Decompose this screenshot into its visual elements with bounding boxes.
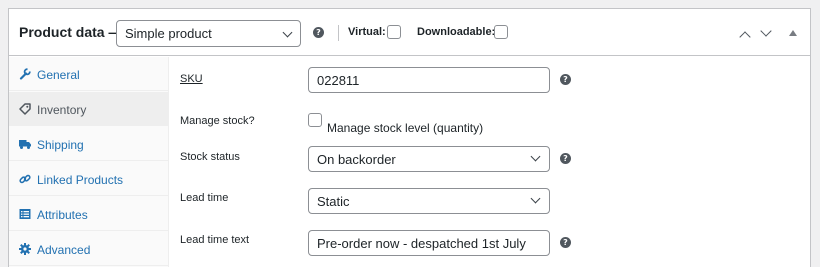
sku-input[interactable]: 022811 [308, 67, 550, 93]
manage-stock-checkbox[interactable] [308, 113, 322, 127]
lead-time-text-value: Pre-order now - despatched 1st July [317, 236, 526, 251]
help-icon[interactable]: ? [560, 237, 571, 248]
tab-label: Shipping [37, 138, 84, 152]
stock-status-value: On backorder [317, 152, 396, 167]
lead-time-text-label: Lead time text [180, 234, 250, 246]
product-data-panel: Product data — Simple product ? Virtual:… [8, 8, 811, 267]
product-data-tabs: General Inventory Shipping Linked Produc… [9, 57, 169, 267]
list-icon [19, 209, 31, 219]
chevron-down-icon [282, 27, 293, 38]
product-type-select[interactable]: Simple product [116, 20, 301, 47]
move-up-icon[interactable] [739, 31, 751, 43]
tab-label: Attributes [37, 208, 88, 222]
tab-label: Inventory [37, 103, 87, 117]
panel-header: Product data — Simple product ? Virtual:… [9, 9, 810, 56]
downloadable-label: Downloadable: [417, 26, 496, 38]
lead-time-value: Static [317, 194, 350, 209]
divider [338, 25, 339, 41]
help-icon[interactable]: ? [560, 153, 571, 164]
lead-time-text-input[interactable]: Pre-order now - despatched 1st July [308, 230, 550, 256]
tab-general[interactable]: General [9, 57, 169, 91]
product-type-value: Simple product [125, 26, 212, 41]
sku-value: 022811 [317, 73, 360, 88]
downloadable-checkbox[interactable] [494, 25, 508, 39]
help-icon[interactable]: ? [313, 27, 324, 38]
virtual-checkbox[interactable] [387, 25, 401, 39]
chevron-down-icon [530, 193, 541, 204]
tab-label: Advanced [37, 243, 91, 257]
stock-status-select[interactable]: On backorder [308, 146, 550, 172]
sku-label: SKU [180, 73, 203, 85]
help-icon[interactable]: ? [560, 74, 571, 85]
virtual-label: Virtual: [348, 26, 386, 38]
wrench-icon [19, 68, 31, 80]
tab-advanced[interactable]: Advanced [9, 232, 169, 266]
tag-icon [19, 103, 31, 115]
manage-stock-label: Manage stock? [180, 115, 255, 127]
lead-time-select[interactable]: Static [308, 188, 550, 214]
collapse-toggle-icon[interactable] [789, 30, 797, 36]
tab-inventory[interactable]: Inventory [9, 92, 169, 126]
link-icon [19, 174, 31, 184]
tab-label: Linked Products [37, 173, 124, 187]
tab-label: General [37, 68, 80, 82]
move-down-icon[interactable] [760, 25, 772, 37]
panel-title: Product data — [19, 24, 123, 40]
truck-icon [19, 140, 31, 149]
tab-shipping[interactable]: Shipping [9, 127, 169, 161]
chevron-down-icon [530, 151, 541, 162]
tab-attributes[interactable]: Attributes [9, 197, 169, 231]
manage-stock-checkbox-label[interactable]: Manage stock level (quantity) [327, 121, 483, 135]
lead-time-label: Lead time [180, 192, 229, 204]
stock-status-label: Stock status [180, 151, 240, 163]
gear-icon [19, 243, 31, 255]
tab-linked-products[interactable]: Linked Products [9, 162, 169, 196]
